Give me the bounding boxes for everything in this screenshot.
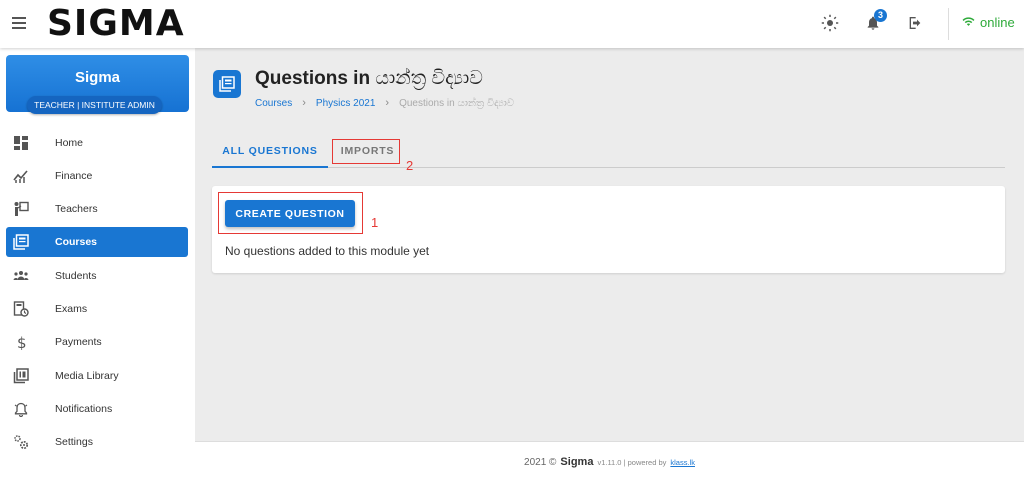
- sidebar-item-label: Finance: [55, 170, 93, 182]
- breadcrumb: Courses › Physics 2021 › Questions in යා…: [255, 97, 514, 109]
- footer-klass-link[interactable]: klass.lk: [670, 458, 695, 467]
- sidebar-item-courses[interactable]: Courses: [6, 227, 188, 257]
- sidebar-item-label: Notifications: [55, 403, 113, 415]
- empty-state-message: No questions added to this module yet: [225, 244, 430, 258]
- toolbar-divider: [948, 8, 949, 40]
- top-app-bar: SIGMA 3 online: [0, 0, 1024, 48]
- sidebar-item-payments[interactable]: $ Payments: [6, 327, 188, 357]
- footer-version: v1.11.0 | powered by: [597, 457, 667, 467]
- menu-icon[interactable]: [12, 17, 26, 29]
- sidebar-item-label: Home: [55, 137, 84, 149]
- dashboard-icon: [14, 136, 28, 150]
- sidebar-item-label: Settings: [55, 436, 93, 448]
- breadcrumb-chevron-icon: ›: [302, 97, 306, 109]
- sidebar-item-teachers[interactable]: Teachers: [6, 194, 188, 224]
- annotation-box-imports: [332, 139, 400, 164]
- teacher-board-icon: [14, 201, 29, 216]
- media-library-icon: [13, 368, 29, 384]
- breadcrumb-course-link[interactable]: Physics 2021: [316, 98, 375, 109]
- breadcrumb-courses-link[interactable]: Courses: [255, 98, 292, 109]
- sidebar-item-label: Media Library: [55, 370, 119, 382]
- sidebar-item-label: Courses: [55, 236, 98, 248]
- sidebar-item-settings[interactable]: Settings: [6, 427, 188, 457]
- brand-logo: SIGMA: [47, 3, 185, 44]
- settings-gears-icon: [14, 435, 29, 450]
- footer: 2021 © Sigma v1.11.0 | powered by klass.…: [195, 441, 1024, 482]
- sidebar-item-notifications[interactable]: Notifications: [6, 394, 188, 424]
- bell-icon: [14, 402, 28, 417]
- connection-status: online: [962, 15, 1015, 30]
- sidebar-item-label: Payments: [55, 336, 102, 348]
- breadcrumb-chevron-icon: ›: [385, 97, 390, 109]
- notification-count-badge: 3: [874, 9, 887, 22]
- footer-brand: Sigma: [560, 456, 594, 468]
- page-title-prefix: Questions in: [255, 68, 371, 89]
- question-tabs: ALL QUESTIONS IMPORTS: [212, 138, 1005, 168]
- online-status-label: online: [980, 15, 1015, 30]
- sidebar-item-label: Students: [55, 270, 97, 282]
- sidebar-item-students[interactable]: Students: [6, 261, 188, 291]
- sidebar-item-label: Exams: [55, 303, 88, 315]
- page-title: Questions in යාන්ත්‍ර විද්‍යාව: [255, 68, 483, 90]
- courses-page-icon: [213, 70, 241, 98]
- wifi-icon: [962, 15, 975, 30]
- finance-chart-icon: [13, 170, 28, 183]
- tab-all-questions[interactable]: ALL QUESTIONS: [212, 138, 328, 168]
- sidebar-item-media-library[interactable]: Media Library: [6, 361, 188, 391]
- breadcrumb-current: Questions in යාන්ත්‍ර විද්‍යාව: [399, 97, 515, 109]
- sidebar-item-label: Teachers: [55, 203, 98, 215]
- sidebar-item-exams[interactable]: Exams: [6, 294, 188, 324]
- profile-role-badge: TEACHER | INSTITUTE ADMIN: [27, 96, 162, 114]
- page-title-subject: යාන්ත්‍ර විද්‍යාව: [375, 68, 483, 89]
- theme-toggle-sun-icon[interactable]: [819, 12, 841, 34]
- sidebar-item-finance[interactable]: Finance: [6, 161, 188, 191]
- annotation-box-create: [218, 192, 363, 234]
- annotation-number-1: 1: [371, 215, 379, 230]
- exam-timer-icon: [13, 301, 29, 317]
- dollar-icon: $: [17, 334, 27, 350]
- footer-copyright: 2021 ©: [524, 456, 557, 468]
- sidebar: Sigma TEACHER | INSTITUTE ADMIN Home Fin…: [0, 48, 195, 482]
- svg-text:$: $: [17, 334, 27, 350]
- sidebar-item-home[interactable]: Home: [6, 128, 188, 158]
- courses-icon: [13, 234, 29, 250]
- logout-icon[interactable]: [904, 12, 926, 34]
- profile-name: Sigma: [74, 69, 120, 86]
- annotation-number-2: 2: [406, 158, 414, 173]
- students-group-icon: [13, 271, 29, 280]
